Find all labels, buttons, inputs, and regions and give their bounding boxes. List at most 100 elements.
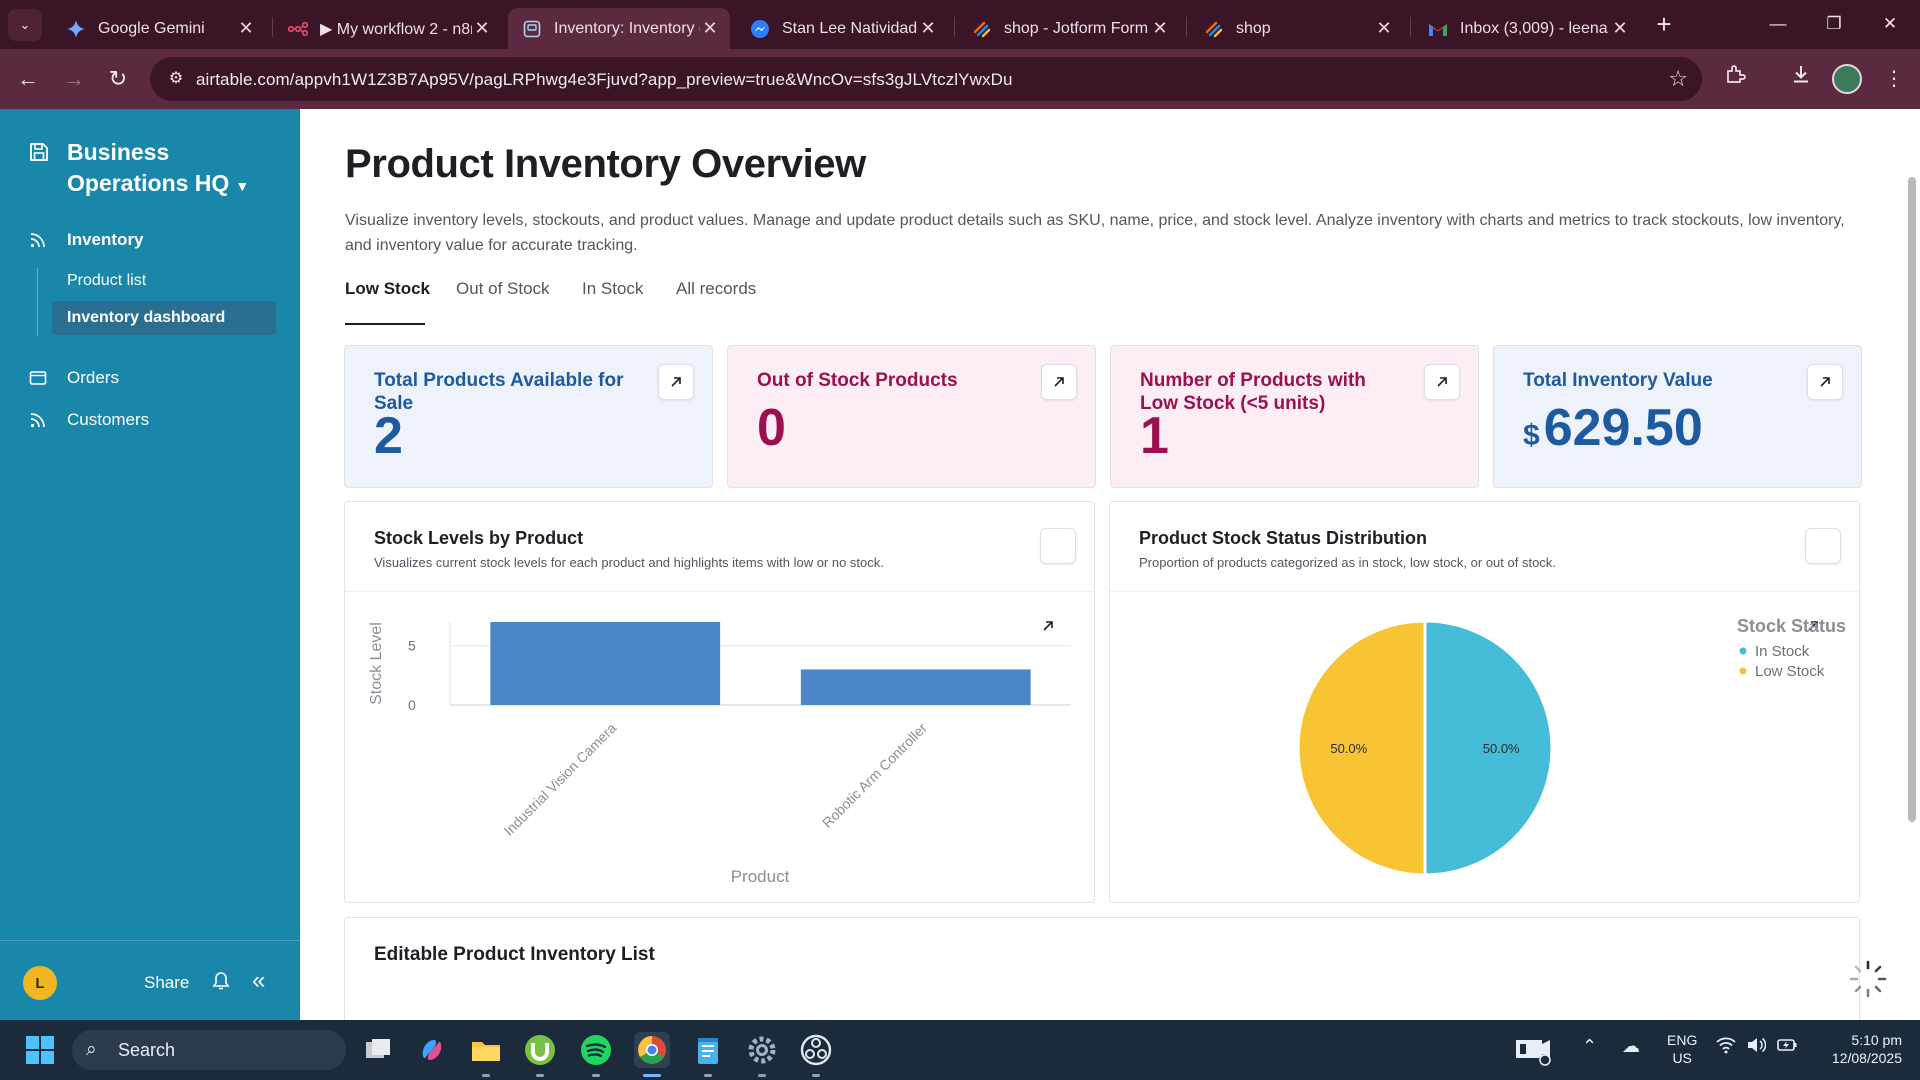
- expand-button[interactable]: [1041, 364, 1077, 400]
- user-avatar[interactable]: L: [23, 966, 57, 1000]
- sidebar-section-label: Inventory: [67, 230, 144, 249]
- arrow-up-right-icon: [1437, 377, 1447, 387]
- sidebar-item-product-list[interactable]: Product list: [52, 264, 276, 298]
- onedrive-offline-icon[interactable]: ☁: [1622, 1036, 1640, 1057]
- kpi-card-total-available: Total Products Available for Sale 2: [344, 345, 713, 488]
- back-button[interactable]: ←: [12, 63, 44, 95]
- forward-button[interactable]: →: [58, 63, 90, 95]
- browser-tab[interactable]: Google Gemini ✕: [52, 8, 266, 49]
- slice-value-label: 50.0%: [1330, 741, 1367, 756]
- chrome-icon[interactable]: [634, 1032, 670, 1068]
- close-tab-icon[interactable]: ✕: [700, 18, 720, 39]
- expand-button[interactable]: [1807, 364, 1843, 400]
- wifi-icon[interactable]: [1716, 1036, 1736, 1059]
- workspace-icon: [30, 143, 48, 161]
- tab-all-records[interactable]: All records: [676, 279, 756, 299]
- address-bar[interactable]: ⚙ airtable.com/appvh1W1Z3B7Ap95V/pagLRPh…: [150, 57, 1702, 101]
- close-tab-icon[interactable]: ✕: [1374, 18, 1394, 39]
- legend-label: Low Stock: [1755, 663, 1825, 680]
- language-indicator[interactable]: ENG US: [1667, 1031, 1697, 1067]
- extensions-icon[interactable]: [1719, 63, 1751, 95]
- site-info-icon[interactable]: ⚙: [164, 67, 188, 91]
- reload-button[interactable]: ↻: [102, 63, 134, 95]
- obs-icon[interactable]: [798, 1032, 834, 1068]
- copilot-icon[interactable]: [414, 1032, 450, 1068]
- tab-low-stock[interactable]: Low Stock: [345, 279, 430, 299]
- share-button[interactable]: Share: [144, 973, 189, 993]
- tab-title: shop - Jotform Form: [1004, 19, 1149, 37]
- close-tab-icon[interactable]: ✕: [918, 18, 938, 39]
- volume-icon[interactable]: [1746, 1036, 1767, 1059]
- close-tab-icon[interactable]: ✕: [472, 18, 492, 39]
- close-tab-icon[interactable]: ✕: [1610, 18, 1630, 39]
- utorrent-icon[interactable]: [522, 1032, 558, 1068]
- search-icon: ⌕: [86, 1039, 97, 1060]
- browser-tab[interactable]: shop - Jotform Form ✕: [958, 8, 1180, 49]
- browser-tab-active[interactable]: Inventory: Inventory dashboard ✕: [508, 8, 730, 49]
- stock-status-pie-chart: 50.0% 50.0% Stock Status In Stock Low Stock: [1296, 616, 1846, 877]
- browser-tab[interactable]: Inbox (3,009) - leena ✕: [1414, 8, 1640, 49]
- profile-avatar[interactable]: [1832, 64, 1862, 94]
- close-tab-icon[interactable]: ✕: [1150, 18, 1170, 39]
- tab-search-button[interactable]: ⌄: [8, 9, 42, 41]
- expand-button[interactable]: [1424, 364, 1460, 400]
- notepad-icon[interactable]: [690, 1032, 726, 1068]
- legend-title: Stock Status: [1737, 616, 1846, 636]
- slice-value-label: 50.0%: [1483, 741, 1520, 756]
- bell-icon[interactable]: [212, 971, 230, 996]
- taskbar-search[interactable]: ⌕ Search: [72, 1030, 346, 1070]
- system-clock[interactable]: 5:10 pm 12/08/2025: [1818, 1031, 1902, 1067]
- sidebar-section-customers[interactable]: Customers: [0, 403, 300, 437]
- bookmark-star-icon[interactable]: ☆: [1668, 66, 1688, 92]
- expand-button[interactable]: [1805, 528, 1841, 631]
- download-icon[interactable]: [1785, 63, 1817, 95]
- expand-button[interactable]: [1040, 528, 1076, 631]
- kpi-value: 1: [1140, 406, 1169, 466]
- minimize-button[interactable]: —: [1758, 10, 1798, 38]
- product-inventory-list-card: Editable Product Inventory List: [344, 917, 1860, 1020]
- tab-out-of-stock[interactable]: Out of Stock: [456, 279, 550, 299]
- active-tab-underline: [345, 323, 425, 325]
- x-tick-label: Industrial Vision Camera: [500, 720, 619, 839]
- kpi-title: Number of Products with Low Stock (<5 un…: [1140, 370, 1366, 414]
- sidebar-section-inventory[interactable]: Inventory: [0, 223, 300, 257]
- kpi-card-inventory-value: Total Inventory Value $629.50: [1493, 345, 1862, 488]
- page-scrollbar[interactable]: [1908, 177, 1916, 822]
- spotify-icon[interactable]: [578, 1032, 614, 1068]
- settings-icon[interactable]: [744, 1032, 780, 1068]
- task-view-icon[interactable]: [360, 1032, 396, 1068]
- close-tab-icon[interactable]: ✕: [236, 18, 256, 39]
- workspace-title[interactable]: Business Operations HQ ▼: [67, 137, 287, 202]
- sidebar-footer: L Share «: [0, 940, 300, 1020]
- close-window-button[interactable]: ✕: [1870, 10, 1910, 38]
- restore-button[interactable]: ❐: [1814, 10, 1854, 38]
- stock-levels-chart-card: Stock Levels by Product Visualizes curre…: [344, 501, 1095, 903]
- windows-logo-icon: [26, 1036, 54, 1064]
- browser-tab[interactable]: shop ✕: [1190, 8, 1404, 49]
- page-title: Product Inventory Overview: [345, 142, 866, 186]
- meet-now-icon[interactable]: [1514, 1032, 1551, 1068]
- expand-button[interactable]: [658, 364, 694, 400]
- battery-icon[interactable]: [1776, 1036, 1798, 1059]
- sidebar-section-orders[interactable]: Orders: [0, 361, 300, 395]
- gemini-icon: [66, 19, 86, 39]
- collapse-sidebar-icon[interactable]: «: [252, 967, 265, 995]
- chevron-down-icon[interactable]: ▼: [235, 178, 249, 194]
- sidebar-item-inventory-dashboard[interactable]: Inventory dashboard: [52, 301, 276, 335]
- legend-label: In Stock: [1755, 643, 1810, 660]
- new-tab-button[interactable]: +: [1650, 10, 1678, 38]
- sidebar-item-label: Product list: [67, 272, 147, 289]
- browser-tab[interactable]: Stan Lee Natividad | Facebook ✕: [736, 8, 948, 49]
- browser-tab[interactable]: ▶ My workflow 2 - n8n ✕: [274, 8, 502, 49]
- chevron-up-icon[interactable]: ⌃: [1582, 1036, 1597, 1057]
- kpi-number: 2: [374, 407, 403, 465]
- tab-title: Inventory: Inventory dashboard: [554, 19, 700, 37]
- rss-icon: [30, 233, 45, 248]
- url-text[interactable]: airtable.com/appvh1W1Z3B7Ap95V/pagLRPhwg…: [196, 70, 1013, 90]
- browser-menu-icon[interactable]: ⋮: [1878, 63, 1910, 95]
- file-explorer-icon[interactable]: [468, 1032, 504, 1068]
- tab-in-stock[interactable]: In Stock: [582, 279, 643, 299]
- sidebar-section-label: Orders: [67, 368, 119, 387]
- arrow-up-right-icon: [1054, 377, 1064, 387]
- start-button[interactable]: [22, 1032, 58, 1068]
